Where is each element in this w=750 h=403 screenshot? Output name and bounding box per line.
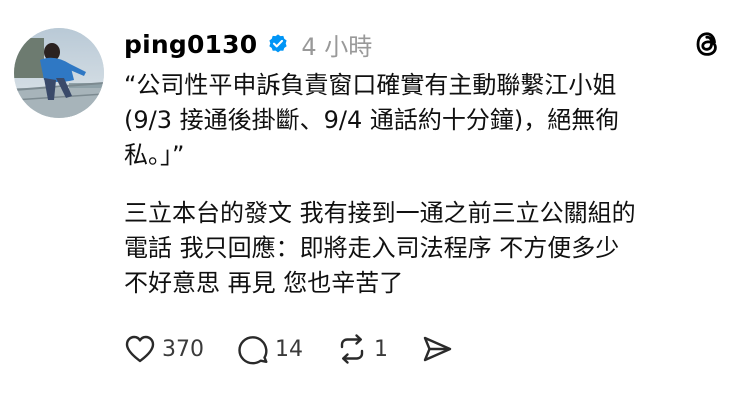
quote-line: 私。」” bbox=[124, 141, 185, 169]
verified-badge-icon bbox=[267, 33, 289, 55]
post-actions: 370 14 1 bbox=[124, 329, 486, 369]
body-line: 不好意思 再見 您也辛苦了 bbox=[124, 269, 404, 297]
post-header: ping0130 4 小時 bbox=[124, 26, 372, 62]
heart-icon bbox=[125, 335, 155, 363]
body-line: 三立本台的發文 我有接到一通之前三立公關組的 bbox=[124, 199, 636, 227]
comment-icon bbox=[238, 336, 268, 365]
avatar-photo bbox=[14, 28, 104, 118]
post-timestamp: 4 小時 bbox=[301, 32, 373, 61]
like-count: 370 bbox=[162, 336, 204, 362]
reply-count: 14 bbox=[275, 336, 303, 362]
threads-logo-icon[interactable] bbox=[692, 27, 722, 61]
quote-line: “公司性平申訴負責窗口確實有主動聯繫江小姐 bbox=[124, 71, 617, 99]
repost-count: 1 bbox=[374, 336, 388, 362]
like-button[interactable]: 370 bbox=[124, 334, 204, 364]
threads-post: ping0130 4 小時 “公司性平申訴負責窗口確實有主動聯繫江小姐 (9/3… bbox=[0, 0, 750, 403]
body-line: 電話 我只回應：即將走入司法程序 不方便多少 bbox=[124, 234, 620, 262]
repost-button[interactable]: 1 bbox=[336, 333, 388, 365]
share-button[interactable] bbox=[421, 333, 453, 365]
send-icon bbox=[423, 336, 452, 362]
repost-icon bbox=[340, 334, 364, 364]
post-quote-text: “公司性平申訴負責窗口確實有主動聯繫江小姐 (9/3 接通後掛斷、9/4 通話約… bbox=[124, 68, 724, 173]
quote-line: (9/3 接通後掛斷、9/4 通話約十分鐘)，絕無徇 bbox=[124, 106, 620, 134]
username[interactable]: ping0130 bbox=[124, 30, 257, 59]
reply-button[interactable]: 14 bbox=[237, 333, 303, 365]
avatar[interactable] bbox=[14, 28, 104, 118]
post-body-text: 三立本台的發文 我有接到一通之前三立公關組的 電話 我只回應：即將走入司法程序 … bbox=[124, 196, 724, 301]
